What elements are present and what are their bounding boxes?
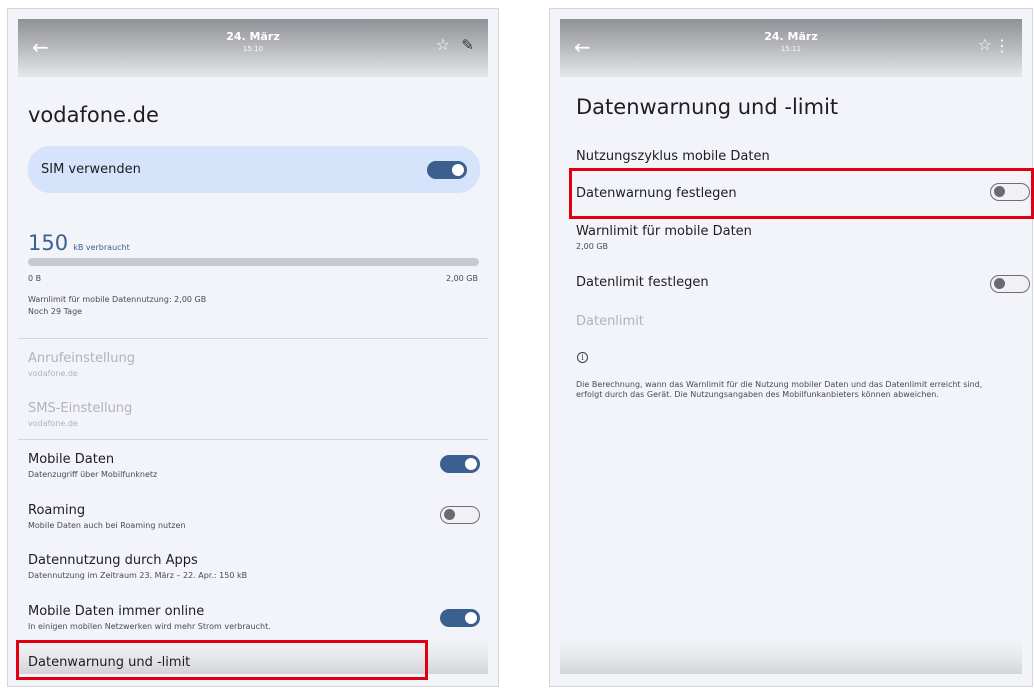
edit-pen-icon[interactable]: ✎ bbox=[461, 36, 474, 54]
sms-settings-title: SMS-Einstellung bbox=[28, 401, 133, 416]
usage-cycle-item[interactable]: Nutzungszyklus mobile Daten bbox=[576, 149, 770, 164]
usage-unit: kB verbraucht bbox=[73, 243, 130, 252]
call-settings-sub: vodafone.de bbox=[28, 369, 78, 378]
toggle-knob bbox=[465, 458, 477, 470]
right-screenshot: ← 24. März 15:11 ☆ ⋮ Datenwarnung und -l… bbox=[549, 8, 1033, 687]
time-label: 15:11 bbox=[780, 45, 802, 53]
highlight-box bbox=[569, 168, 1034, 219]
data-limit-item: Datenlimit bbox=[576, 314, 644, 329]
top-bar: ← 24. März 15:10 ☆ ✎ bbox=[18, 19, 488, 77]
info-icon: i bbox=[577, 352, 588, 363]
warning-limit-title: Warnlimit für mobile Daten bbox=[576, 224, 752, 239]
warning-limit-value: 2,00 GB bbox=[576, 242, 609, 251]
divider bbox=[18, 338, 488, 339]
bottom-gradient bbox=[560, 638, 1022, 674]
page-title: vodafone.de bbox=[28, 103, 159, 127]
left-screenshot: ← 24. März 15:10 ☆ ✎ vodafone.de SIM ver… bbox=[7, 8, 499, 687]
sms-settings-sub: vodafone.de bbox=[28, 419, 78, 428]
star-icon[interactable]: ☆ bbox=[436, 37, 450, 53]
date-label: 24. März bbox=[764, 30, 818, 43]
top-bar: ← 24. März 15:11 ☆ ⋮ bbox=[560, 19, 1022, 77]
app-usage-title: Datennutzung durch Apps bbox=[28, 553, 198, 568]
usage-amount: 150 bbox=[28, 231, 69, 255]
info-text-line1: Die Berechnung, wann das Warnlimit für d… bbox=[576, 380, 983, 389]
always-online-title: Mobile Daten immer online bbox=[28, 604, 205, 619]
usage-progress-bar bbox=[28, 258, 479, 266]
set-limit-toggle[interactable] bbox=[990, 275, 1030, 293]
app-usage-sub: Datennutzung im Zeitraum 23. März – 22. … bbox=[28, 571, 248, 580]
time-label: 15:10 bbox=[242, 45, 264, 53]
toggle-knob bbox=[452, 164, 464, 176]
roaming-toggle[interactable] bbox=[440, 506, 480, 524]
range-min: 0 B bbox=[28, 274, 42, 283]
highlight-box bbox=[16, 640, 428, 680]
mobile-data-toggle[interactable] bbox=[440, 455, 480, 473]
toggle-knob bbox=[444, 509, 455, 520]
divider bbox=[18, 439, 488, 440]
toggle-knob bbox=[994, 278, 1005, 289]
warning-limit-text: Warnlimit für mobile Datennutzung: 2,00 … bbox=[28, 295, 207, 304]
always-online-sub: In einigen mobilen Netzwerken wird mehr … bbox=[28, 622, 271, 631]
set-limit-title: Datenlimit festlegen bbox=[576, 275, 709, 290]
days-left-text: Noch 29 Tage bbox=[28, 307, 83, 316]
mobile-data-sub: Datenzugriff über Mobilfunknetz bbox=[28, 470, 158, 479]
star-icon[interactable]: ☆ bbox=[978, 37, 992, 53]
toggle-knob bbox=[465, 612, 477, 624]
sim-label: SIM verwenden bbox=[41, 162, 141, 177]
roaming-sub: Mobile Daten auch bei Roaming nutzen bbox=[28, 521, 186, 530]
call-settings-title: Anrufeinstellung bbox=[28, 351, 135, 366]
info-text-line2: erfolgt durch das Gerät. Die Nutzungsang… bbox=[576, 390, 939, 399]
usage-amount-group: 150 kB verbraucht bbox=[28, 231, 130, 255]
mobile-data-title: Mobile Daten bbox=[28, 452, 115, 467]
sim-toggle-card[interactable]: SIM verwenden bbox=[28, 146, 480, 193]
date-label: 24. März bbox=[226, 30, 280, 43]
range-max: 2,00 GB bbox=[445, 274, 478, 283]
always-online-toggle[interactable] bbox=[440, 609, 480, 627]
more-options-icon[interactable]: ⋮ bbox=[994, 36, 1010, 55]
roaming-title: Roaming bbox=[28, 503, 86, 518]
page-title: Datenwarnung und -limit bbox=[576, 95, 839, 119]
sim-toggle[interactable] bbox=[427, 161, 467, 179]
